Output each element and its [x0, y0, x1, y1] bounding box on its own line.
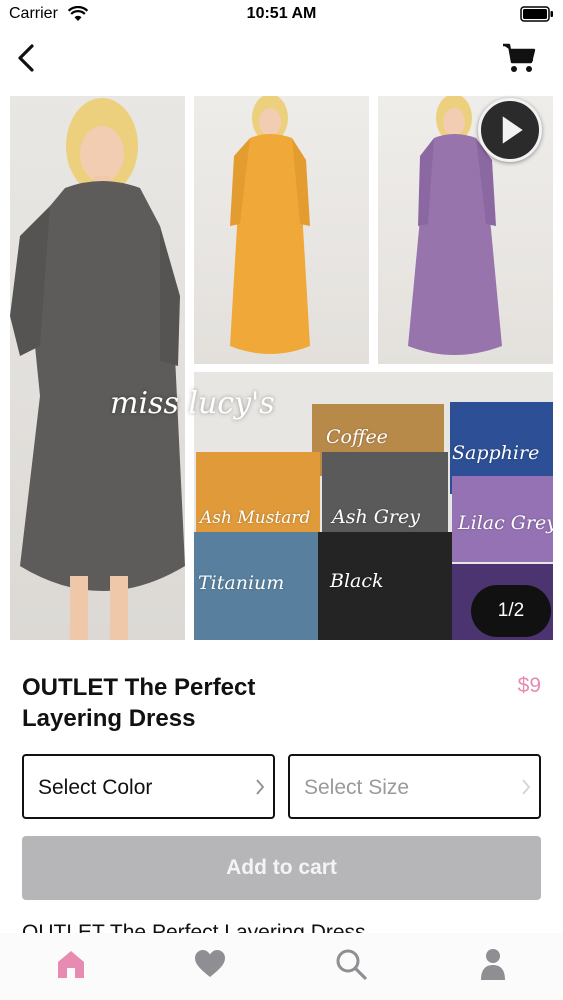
- select-color-label: Select Color: [38, 776, 153, 799]
- swatch-label: Black: [330, 570, 384, 592]
- add-to-cart-button[interactable]: Add to cart: [22, 836, 541, 900]
- search-icon[interactable]: [334, 947, 368, 981]
- battery-icon: [520, 6, 553, 22]
- swatch-label: Coffee: [326, 426, 388, 448]
- heart-icon[interactable]: [193, 947, 227, 981]
- select-color-dropdown[interactable]: Select Color: [22, 754, 275, 819]
- product-title: OUTLET The Perfect Layering Dress: [22, 674, 256, 732]
- back-button[interactable]: [12, 40, 42, 76]
- swatch-label: Titanium: [198, 572, 285, 594]
- product-photo-mustard[interactable]: [194, 96, 369, 364]
- chevron-right-icon: [256, 779, 265, 795]
- model-grey-dress-image: [10, 98, 185, 640]
- cart-icon[interactable]: [502, 42, 536, 74]
- product-price: $9: [517, 674, 541, 697]
- select-size-label: Select Size: [304, 776, 410, 799]
- home-icon[interactable]: [54, 947, 88, 981]
- product-description: OUTLET The Perfect Layering Dress: [22, 921, 366, 933]
- chevron-right-icon: [522, 779, 531, 795]
- play-icon[interactable]: [478, 98, 542, 162]
- swatch-label: Lilac Grey: [458, 512, 553, 534]
- status-bar: Carrier 10:51 AM: [0, 0, 563, 30]
- profile-icon[interactable]: [476, 947, 510, 981]
- product-gallery[interactable]: Coffee Sapphire Ash Mustard Ash Grey Lil…: [10, 96, 553, 640]
- model-mustard-dress-image: [230, 96, 310, 354]
- select-size-dropdown[interactable]: Select Size: [288, 754, 541, 819]
- gallery-page-indicator: 1/2: [471, 585, 551, 637]
- swatch-label: Sapphire: [452, 442, 540, 464]
- swatch-label: Ash Mustard: [200, 508, 311, 528]
- status-time: 10:51 AM: [246, 5, 317, 22]
- swatch-label: Ash Grey: [332, 506, 420, 528]
- product-photo-main[interactable]: [10, 96, 185, 640]
- tab-bar: [0, 933, 563, 1000]
- brand-watermark: miss lucy's: [110, 386, 275, 421]
